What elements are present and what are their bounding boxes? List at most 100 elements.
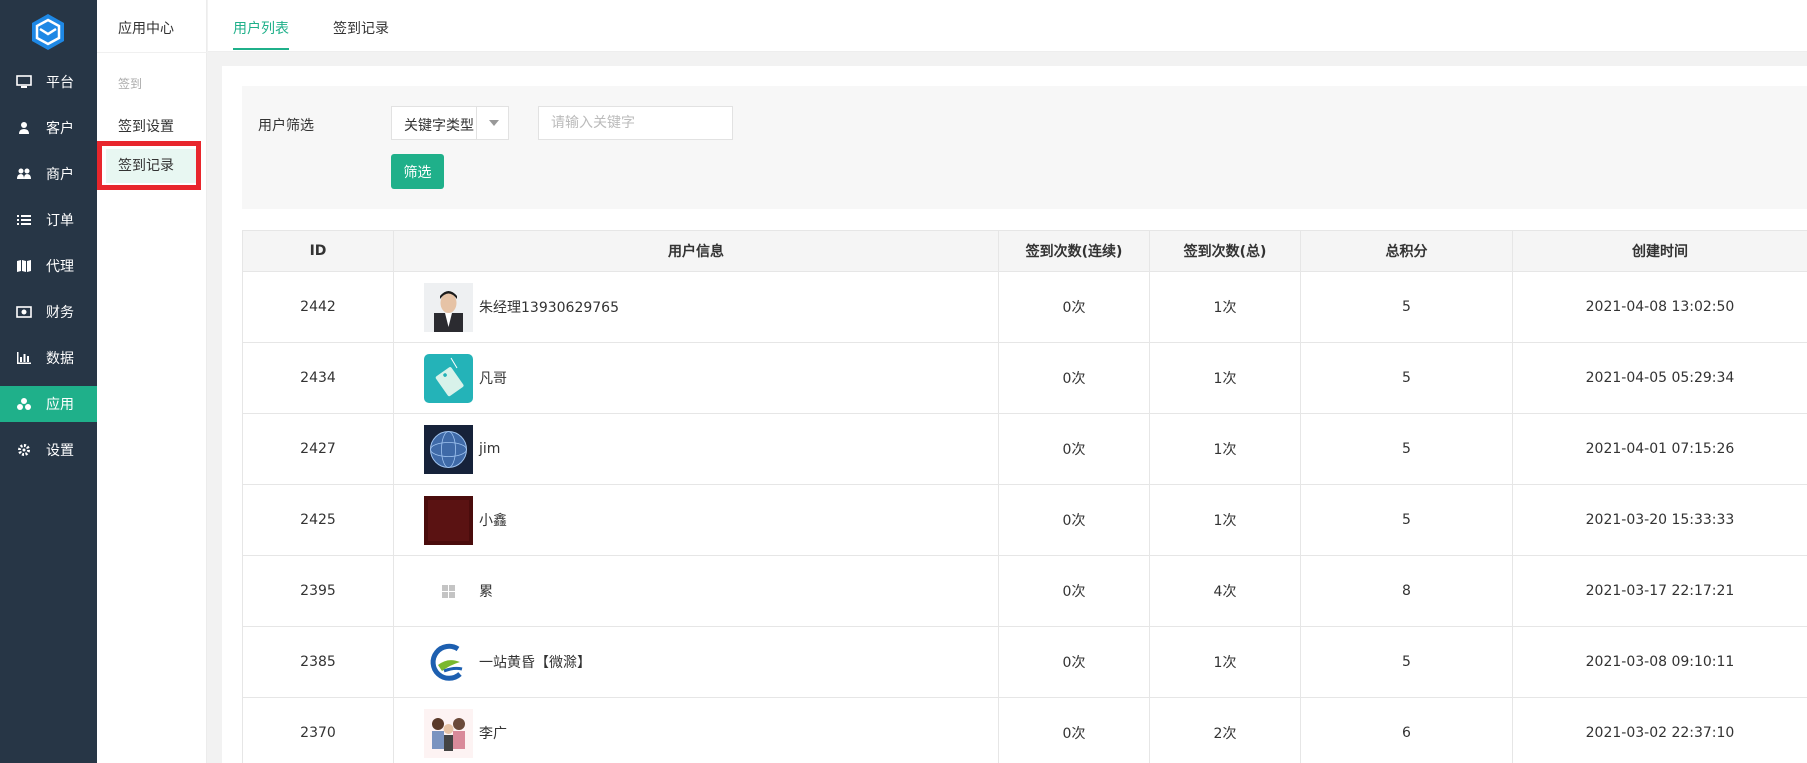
cell-consecutive: 0次 xyxy=(998,271,1150,343)
cell-total: 1次 xyxy=(1149,342,1301,414)
nav-item-label: 客户 xyxy=(46,121,74,137)
select-value: 关键字类型 xyxy=(404,118,474,134)
nav-item-agent[interactable]: 代理 xyxy=(0,248,97,284)
list-icon xyxy=(17,215,31,225)
cell-total: 2次 xyxy=(1149,697,1301,763)
column-header-id: ID xyxy=(242,230,394,272)
cell-consecutive: 0次 xyxy=(998,626,1150,698)
bar-chart-icon xyxy=(17,352,31,364)
cell-total: 1次 xyxy=(1149,484,1301,556)
nav-item-label: 平台 xyxy=(46,75,74,91)
nav-item-finance[interactable]: 财务 xyxy=(0,294,97,330)
cell-id: 2370 xyxy=(242,697,394,763)
cell-points: 5 xyxy=(1300,413,1513,485)
filter-button[interactable]: 筛选 xyxy=(391,154,444,189)
cubes-icon xyxy=(17,398,31,410)
avatar xyxy=(424,566,473,616)
table-row: 2442 朱经理13930629765 0次 1次 5 2021-04-08 1… xyxy=(242,271,1807,343)
cell-consecutive: 0次 xyxy=(998,484,1150,556)
main-content: 用户筛选 关键字类型 筛选 ID 用户信息 签到次数(连续) 签到次数(总) 总… xyxy=(222,66,1807,763)
cell-id: 2395 xyxy=(242,555,394,627)
avatar xyxy=(424,424,473,474)
subnav-item-checkin-settings[interactable]: 签到设置 xyxy=(106,110,198,144)
tab-user-list[interactable]: 用户列表 xyxy=(233,18,289,38)
nav-item-platform[interactable]: 平台 xyxy=(0,64,97,100)
column-header-consecutive: 签到次数(连续) xyxy=(998,230,1150,272)
avatar xyxy=(424,637,473,687)
cell-points: 8 xyxy=(1300,555,1513,627)
cell-user-info: 朱经理13930629765 xyxy=(393,271,999,343)
nav-item-label: 数据 xyxy=(46,351,74,367)
cell-id: 2434 xyxy=(242,342,394,414)
cell-id: 2427 xyxy=(242,413,394,485)
table-row: 2395 累 0次 4次 8 2021-03-17 22:17:21 xyxy=(242,555,1807,627)
cell-total: 1次 xyxy=(1149,271,1301,343)
user-name: 李广 xyxy=(479,726,507,742)
monitor-icon xyxy=(16,75,32,88)
column-header-created: 创建时间 xyxy=(1512,230,1807,272)
cell-user-info: 小鑫 xyxy=(393,484,999,556)
nav-item-settings[interactable]: 设置 xyxy=(0,432,97,468)
user-name: 凡哥 xyxy=(479,371,507,387)
avatar xyxy=(424,282,473,332)
nav-item-label: 应用 xyxy=(46,397,74,413)
cell-user-info: 累 xyxy=(393,555,999,627)
user-name: 小鑫 xyxy=(479,513,507,529)
cell-created: 2021-04-05 05:29:34 xyxy=(1512,342,1807,414)
cell-points: 6 xyxy=(1300,697,1513,763)
cell-points: 5 xyxy=(1300,342,1513,414)
column-header-user-info: 用户信息 xyxy=(393,230,999,272)
sub-nav: 应用中心 签到 签到设置 签到记录 xyxy=(97,0,207,763)
map-icon xyxy=(17,260,31,272)
cell-user-info: jim xyxy=(393,413,999,485)
cell-user-info: 一站黄昏【微滁】 xyxy=(393,626,999,698)
column-header-total: 签到次数(总) xyxy=(1149,230,1301,272)
cell-user-info: 凡哥 xyxy=(393,342,999,414)
cell-points: 5 xyxy=(1300,271,1513,343)
tab-checkin-records[interactable]: 签到记录 xyxy=(333,18,389,38)
app-logo-icon[interactable] xyxy=(28,12,68,52)
table-row: 2385 一站黄昏【微滁】 0次 1次 5 2021-03-08 09:10:1… xyxy=(242,626,1807,698)
keyword-type-select[interactable]: 关键字类型 xyxy=(391,106,509,140)
cell-id: 2442 xyxy=(242,271,394,343)
cell-points: 5 xyxy=(1300,626,1513,698)
table-row: 2427 jim 0次 1次 5 2021-04-01 07:15:26 xyxy=(242,413,1807,485)
nav-item-merchant[interactable]: 商户 xyxy=(0,156,97,192)
checkin-table: ID 用户信息 签到次数(连续) 签到次数(总) 总积分 创建时间 2442 朱… xyxy=(242,230,1807,763)
nav-item-label: 财务 xyxy=(46,305,74,321)
table-header-row: ID 用户信息 签到次数(连续) 签到次数(总) 总积分 创建时间 xyxy=(242,230,1807,272)
user-name: 累 xyxy=(479,584,493,600)
cell-points: 5 xyxy=(1300,484,1513,556)
cell-created: 2021-03-08 09:10:11 xyxy=(1512,626,1807,698)
cell-created: 2021-03-20 15:33:33 xyxy=(1512,484,1807,556)
divider xyxy=(97,52,207,53)
subnav-group-label: 签到 xyxy=(118,77,143,91)
cell-created: 2021-04-01 07:15:26 xyxy=(1512,413,1807,485)
cell-total: 1次 xyxy=(1149,413,1301,485)
gear-icon xyxy=(18,444,30,456)
filter-label: 用户筛选 xyxy=(258,118,314,134)
cell-consecutive: 0次 xyxy=(998,413,1150,485)
nav-item-orders[interactable]: 订单 xyxy=(0,202,97,238)
keyword-input[interactable] xyxy=(538,106,733,140)
cell-created: 2021-03-17 22:17:21 xyxy=(1512,555,1807,627)
user-name: 一站黄昏【微滁】 xyxy=(479,655,591,671)
highlight-box xyxy=(97,141,201,190)
avatar xyxy=(424,708,473,758)
nav-item-label: 设置 xyxy=(46,443,74,459)
money-icon xyxy=(16,306,32,318)
tab-bar: 用户列表 签到记录 xyxy=(208,0,1807,52)
cell-user-info: 李广 xyxy=(393,697,999,763)
nav-item-label: 订单 xyxy=(46,213,74,229)
chevron-down-icon xyxy=(489,120,499,126)
avatar xyxy=(424,353,473,403)
table-row: 2434 凡哥 0次 1次 5 2021-04-05 05:29:34 xyxy=(242,342,1807,414)
nav-item-data[interactable]: 数据 xyxy=(0,340,97,376)
column-header-points: 总积分 xyxy=(1300,230,1513,272)
cell-consecutive: 0次 xyxy=(998,697,1150,763)
nav-item-apps[interactable]: 应用 xyxy=(0,386,97,422)
cell-id: 2385 xyxy=(242,626,394,698)
cell-id: 2425 xyxy=(242,484,394,556)
nav-item-customer[interactable]: 客户 xyxy=(0,110,97,146)
cell-total: 1次 xyxy=(1149,626,1301,698)
